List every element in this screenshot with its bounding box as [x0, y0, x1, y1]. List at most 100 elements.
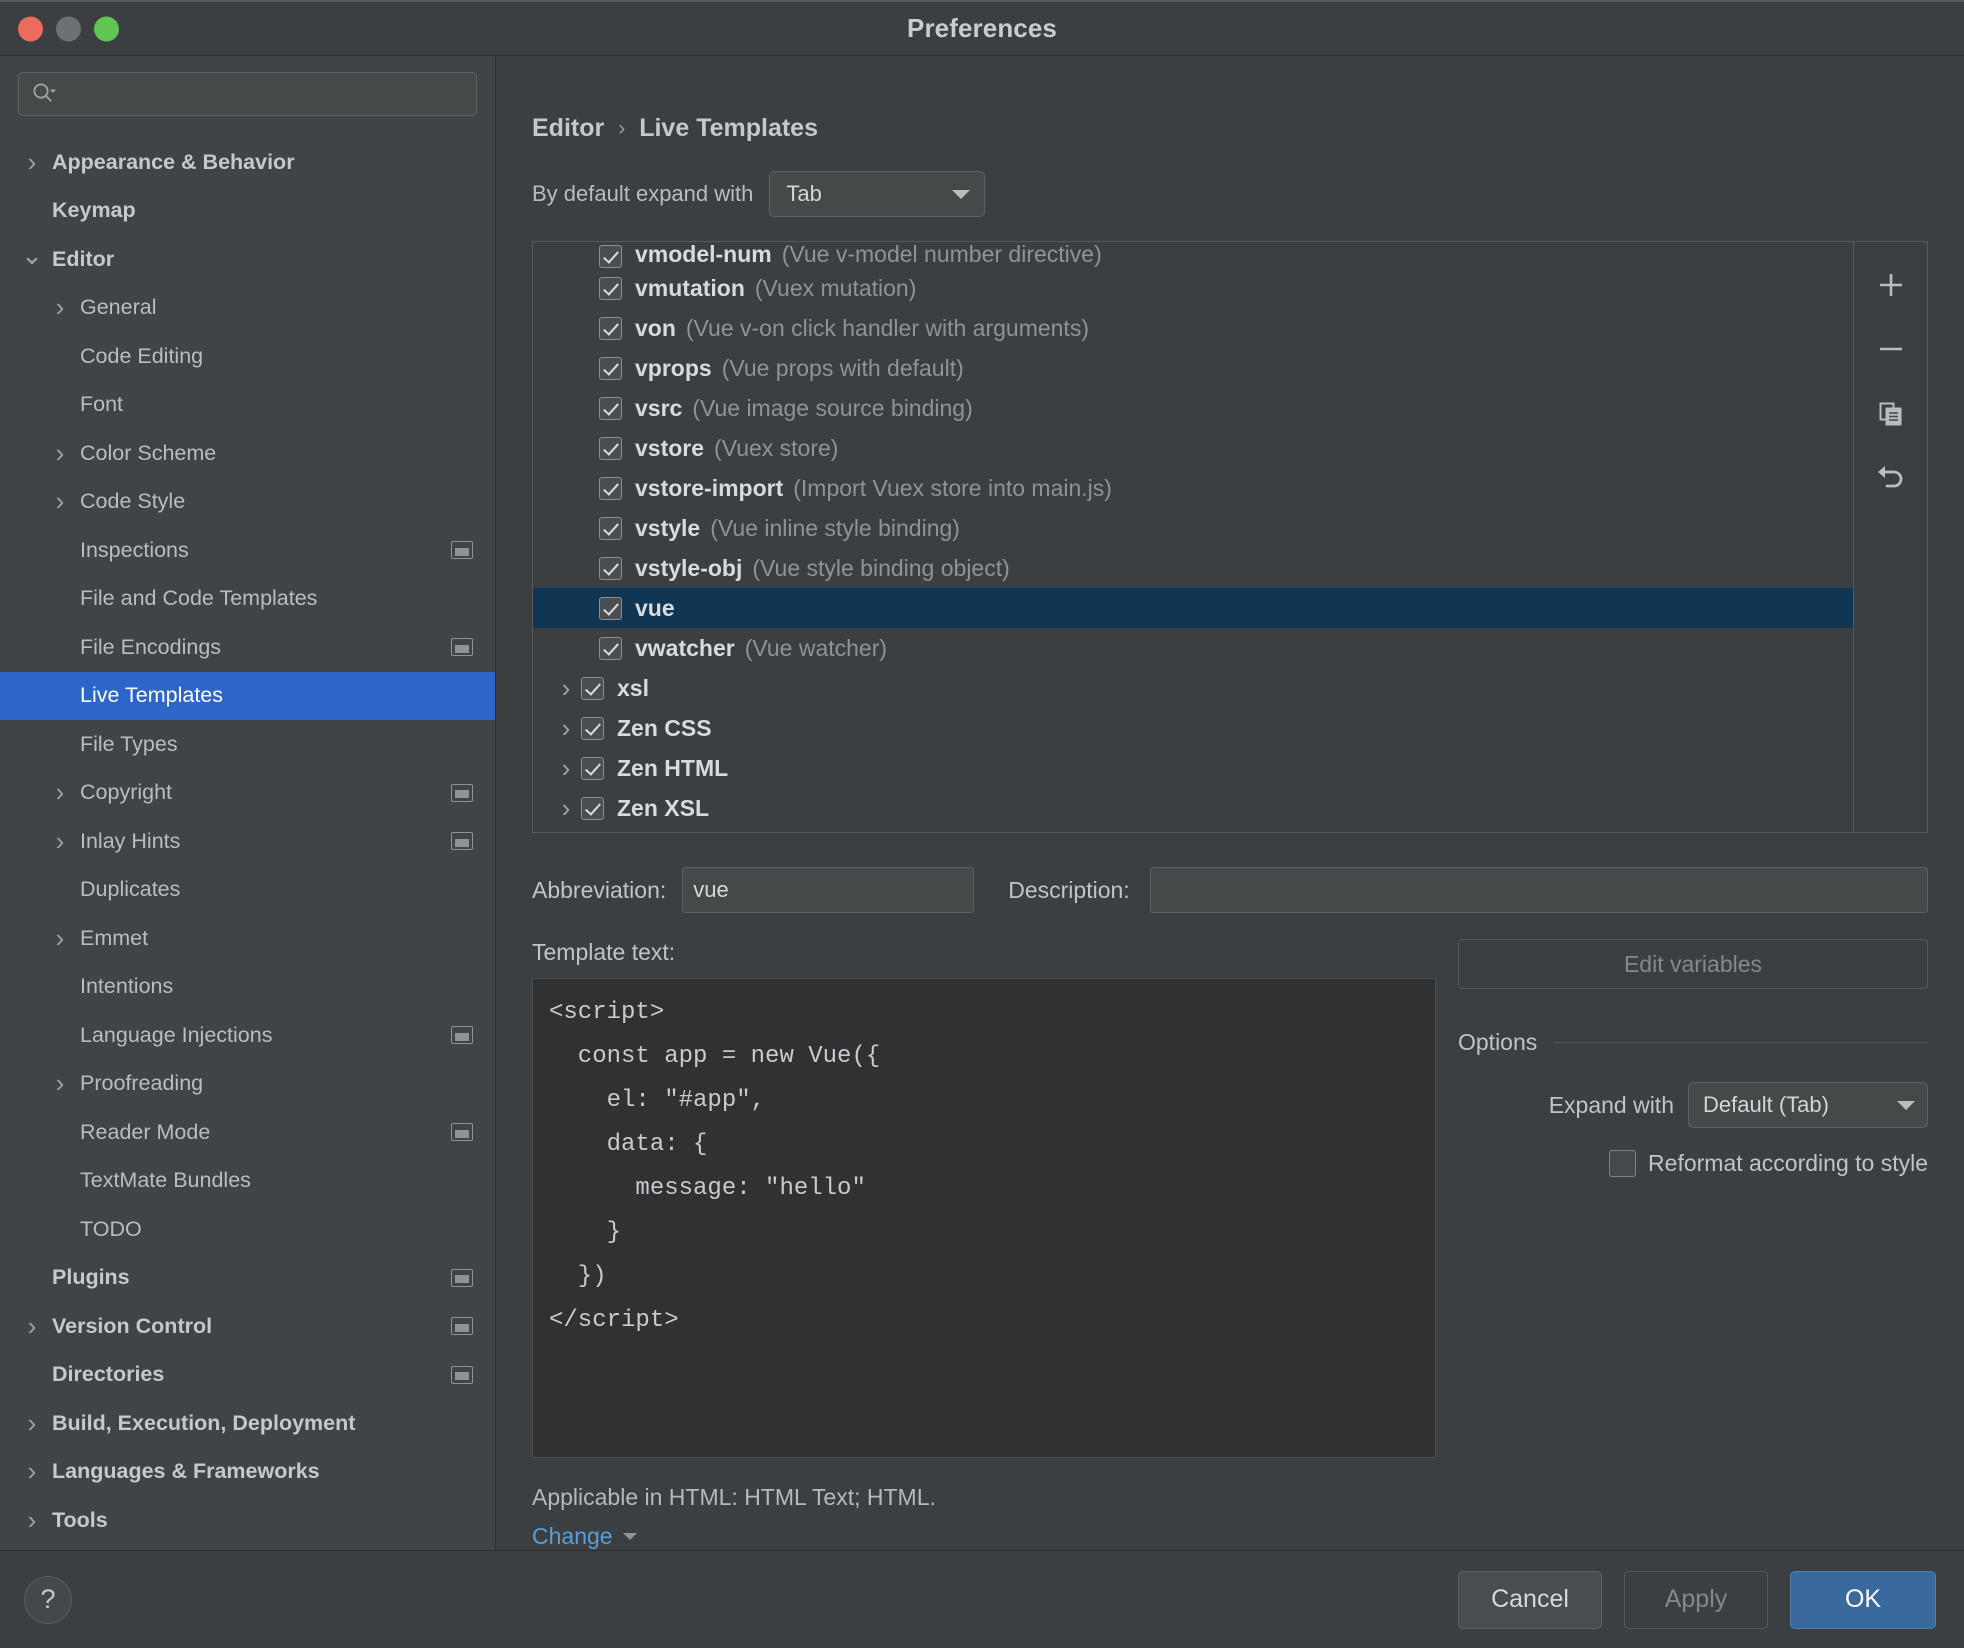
chevron-right-icon[interactable]: › [551, 713, 581, 744]
template-row[interactable]: vstyle (Vue inline style binding) [533, 508, 1853, 548]
sidebar-item-color-scheme[interactable]: › Color Scheme [0, 429, 495, 478]
template-enabled-checkbox[interactable] [599, 356, 622, 380]
sidebar-item-intentions[interactable]: Intentions [0, 963, 495, 1012]
edit-variables-button[interactable]: Edit variables [1458, 939, 1928, 989]
add-template-button[interactable] [1864, 258, 1918, 312]
window-title: Preferences [907, 13, 1057, 43]
template-row[interactable]: vwatcher (Vue watcher) [533, 628, 1853, 668]
sidebar-item-copyright[interactable]: › Copyright [0, 769, 495, 818]
template-description-label: (Vue image source binding) [692, 394, 973, 421]
template-row[interactable]: vprops (Vue props with default) [533, 348, 1853, 388]
zoom-button[interactable] [94, 16, 119, 41]
duplicate-template-icon[interactable] [1864, 386, 1918, 440]
template-enabled-checkbox[interactable] [581, 796, 604, 820]
settings-sync-icon [451, 541, 473, 560]
template-row[interactable]: vmutation (Vuex mutation) [533, 268, 1853, 308]
template-description-label: (Import Vuex store into main.js) [793, 474, 1112, 501]
chevron-right-icon: › [27, 1407, 37, 1438]
sidebar-item-reader-mode[interactable]: Reader Mode [0, 1108, 495, 1157]
template-enabled-checkbox[interactable] [599, 596, 622, 620]
template-enabled-checkbox[interactable] [599, 476, 622, 500]
template-row[interactable]: von (Vue v-on click handler with argument… [533, 308, 1853, 348]
default-expand-dropdown[interactable]: Tab [769, 171, 986, 217]
templates-scroll[interactable]: vmodel-num (Vue v-model number directive)… [533, 242, 1853, 832]
template-group-row[interactable]: › Zen HTML [533, 748, 1853, 788]
sidebar-item-textmate-bundles[interactable]: TextMate Bundles [0, 1157, 495, 1206]
template-group-row[interactable]: › Zen XSL [533, 788, 1853, 828]
cancel-button[interactable]: Cancel [1458, 1570, 1602, 1629]
close-button[interactable] [18, 16, 43, 41]
template-group-row[interactable]: › Zen CSS [533, 708, 1853, 748]
applicable-context-text: Applicable in HTML: HTML Text; HTML. [532, 1484, 936, 1510]
template-enabled-checkbox[interactable] [581, 716, 604, 740]
sidebar-item-general[interactable]: › General [0, 284, 495, 333]
sidebar-item-todo[interactable]: TODO [0, 1205, 495, 1254]
template-enabled-checkbox[interactable] [599, 276, 622, 300]
sidebar-item-version-control[interactable]: › Version Control [0, 1302, 495, 1351]
search-input[interactable] [63, 82, 464, 106]
sidebar-item-appearance-behavior[interactable]: › Appearance & Behavior [0, 138, 495, 187]
sidebar-item-code-editing[interactable]: Code Editing [0, 332, 495, 381]
sidebar-item-file-types[interactable]: File Types [0, 720, 495, 769]
template-enabled-checkbox[interactable] [581, 756, 604, 780]
template-enabled-checkbox[interactable] [599, 516, 622, 540]
template-enabled-checkbox[interactable] [581, 676, 604, 700]
sidebar-item-build-execution-deployment[interactable]: › Build, Execution, Deployment [0, 1399, 495, 1448]
sidebar-item-emmet[interactable]: › Emmet [0, 914, 495, 963]
search-box[interactable] [18, 72, 477, 116]
sidebar-item-label: Inlay Hints [80, 828, 181, 853]
sidebar-item-languages-frameworks[interactable]: › Languages & Frameworks [0, 1448, 495, 1497]
reformat-checkbox[interactable] [1609, 1150, 1637, 1177]
revert-template-icon[interactable] [1864, 450, 1918, 504]
template-enabled-checkbox[interactable] [599, 436, 622, 460]
sidebar-item-font[interactable]: Font [0, 381, 495, 430]
template-group-row[interactable]: › xsl [533, 668, 1853, 708]
template-enabled-checkbox[interactable] [599, 316, 622, 340]
sidebar-item-editor[interactable]: ⌄ Editor [0, 235, 495, 284]
help-button[interactable]: ? [24, 1575, 72, 1624]
sidebar-item-duplicates[interactable]: Duplicates [0, 866, 495, 915]
sidebar-item-inspections[interactable]: Inspections [0, 526, 495, 575]
chevron-right-icon[interactable]: › [551, 793, 581, 824]
template-enabled-checkbox[interactable] [599, 396, 622, 420]
template-row[interactable]: vstore-import (Import Vuex store into mai… [533, 468, 1853, 508]
template-enabled-checkbox[interactable] [599, 245, 622, 268]
sidebar-item-keymap[interactable]: Keymap [0, 187, 495, 236]
title-bar: Preferences [0, 2, 1964, 56]
reformat-row[interactable]: Reformat according to style [1458, 1150, 1928, 1177]
reformat-label: Reformat according to style [1648, 1150, 1928, 1176]
sidebar-item-live-templates[interactable]: Live Templates [0, 671, 495, 720]
remove-template-button[interactable] [1864, 322, 1918, 376]
template-enabled-checkbox[interactable] [599, 636, 622, 660]
template-text-editor[interactable]: <script> const app = new Vue({ el: "#app… [532, 978, 1436, 1458]
sidebar-item-plugins[interactable]: Plugins [0, 1254, 495, 1303]
minimize-button[interactable] [56, 16, 81, 41]
template-row[interactable]: vstyle-obj (Vue style binding object) [533, 548, 1853, 588]
sidebar-item-directories[interactable]: Directories [0, 1351, 495, 1400]
breadcrumb-parent[interactable]: Editor [532, 114, 604, 143]
sidebar-item-inlay-hints[interactable]: › Inlay Hints [0, 817, 495, 866]
sidebar-item-file-and-code-templates[interactable]: File and Code Templates [0, 575, 495, 624]
sidebar-item-language-injections[interactable]: Language Injections [0, 1011, 495, 1060]
sidebar-item-proofreading[interactable]: › Proofreading [0, 1060, 495, 1109]
expand-with-dropdown[interactable]: Default (Tab) [1688, 1082, 1928, 1128]
template-row[interactable]: vsrc (Vue image source binding) [533, 388, 1853, 428]
sidebar-item-code-style[interactable]: › Code Style [0, 478, 495, 527]
description-input[interactable] [1149, 867, 1928, 913]
change-context-link[interactable]: Change [532, 1523, 1928, 1550]
template-row[interactable]: vmodel-num (Vue v-model number directive) [533, 242, 1853, 268]
template-row[interactable]: vstore (Vuex store) [533, 428, 1853, 468]
template-row[interactable]: vue [533, 588, 1853, 628]
sidebar-item-file-encodings[interactable]: File Encodings [0, 623, 495, 672]
apply-button[interactable]: Apply [1624, 1570, 1768, 1629]
chevron-right-icon[interactable]: › [551, 673, 581, 704]
abbreviation-input[interactable] [682, 867, 975, 913]
sidebar-item-tools[interactable]: › Tools [0, 1496, 495, 1545]
template-enabled-checkbox[interactable] [599, 556, 622, 580]
sidebar-item-label: Appearance & Behavior [52, 149, 295, 174]
dialog-footer: ? Cancel Apply OK [0, 1550, 1964, 1648]
ok-button[interactable]: OK [1790, 1570, 1936, 1629]
chevron-right-icon[interactable]: › [551, 753, 581, 784]
